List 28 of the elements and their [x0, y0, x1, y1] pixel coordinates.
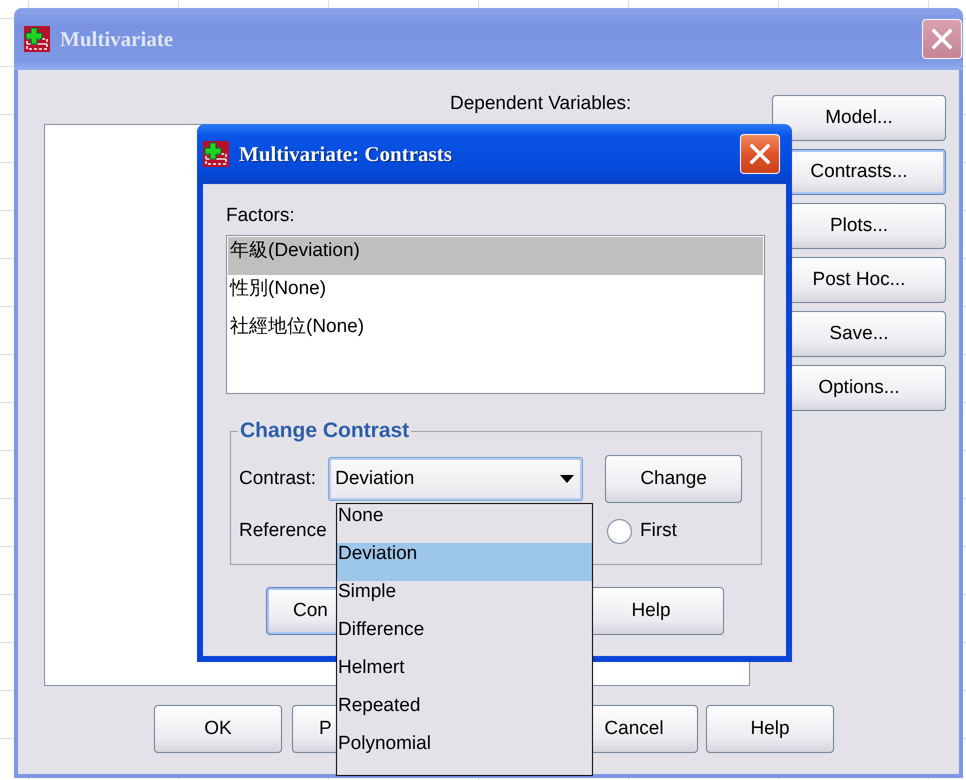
contrast-dropdown[interactable]: Deviation	[328, 457, 584, 501]
window-title: Multivariate	[60, 26, 174, 52]
factor-item[interactable]: 社經地位(None)	[228, 313, 763, 351]
radio-label[interactable]: First	[640, 520, 677, 542]
app-icon	[24, 26, 50, 52]
dropdown-option[interactable]: Helmert	[337, 657, 592, 695]
app-icon	[203, 141, 229, 167]
close-icon	[931, 28, 953, 50]
factor-item[interactable]: 性別(None)	[228, 275, 763, 313]
dialog-button[interactable]: Help	[706, 705, 834, 753]
dropdown-option[interactable]: None	[337, 505, 592, 543]
field-label: Factors:	[226, 204, 296, 228]
change-button[interactable]: Change	[605, 455, 742, 503]
field-label: Contrast:	[239, 468, 316, 490]
close-button[interactable]	[740, 134, 780, 174]
dialog-button[interactable]: Model...	[772, 95, 946, 141]
group-title: Change Contrast	[239, 419, 410, 443]
radio-button[interactable]	[607, 518, 632, 544]
field-label: Dependent Variables:	[450, 95, 632, 116]
close-icon	[749, 143, 771, 165]
factor-item[interactable]: 年級(Deviation)	[228, 237, 763, 275]
caret-icon	[560, 475, 574, 483]
window-title: Multivariate: Contrasts	[239, 142, 453, 166]
dropdown-option[interactable]: Deviation	[337, 543, 592, 581]
dialog-button[interactable]: OK	[154, 705, 282, 753]
factors-list[interactable]: 年級(Deviation) 性別(None) 社經地位(None)	[226, 235, 765, 394]
field-label: Reference	[239, 520, 328, 542]
close-button[interactable]	[922, 19, 962, 59]
